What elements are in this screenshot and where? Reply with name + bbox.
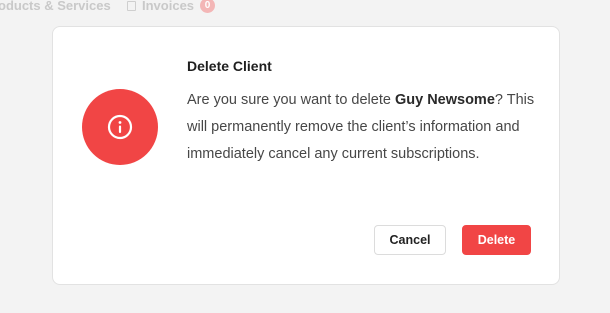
cancel-button[interactable]: Cancel [374, 225, 446, 255]
message-prefix: Are you sure you want to delete [187, 92, 395, 108]
tab-products-services[interactable]: oducts & Services [0, 0, 111, 13]
tab-invoices[interactable]: Invoices 0 [127, 0, 216, 13]
client-name: Guy Newsome [394, 92, 495, 108]
tab-products-services-label: oducts & Services [0, 0, 111, 13]
invoice-icon [127, 0, 136, 11]
invoices-count-badge: 0 [200, 0, 216, 13]
info-icon [82, 89, 158, 165]
delete-client-dialog: Delete Client Are you sure you want to d… [52, 26, 560, 285]
dialog-title: Delete Client [187, 58, 272, 74]
background-nav: oducts & Services Invoices 0 [0, 0, 610, 14]
tab-invoices-label: Invoices [142, 0, 195, 13]
delete-button[interactable]: Delete [462, 225, 531, 255]
dialog-message: Are you sure you want to delete Guy News… [187, 87, 537, 168]
